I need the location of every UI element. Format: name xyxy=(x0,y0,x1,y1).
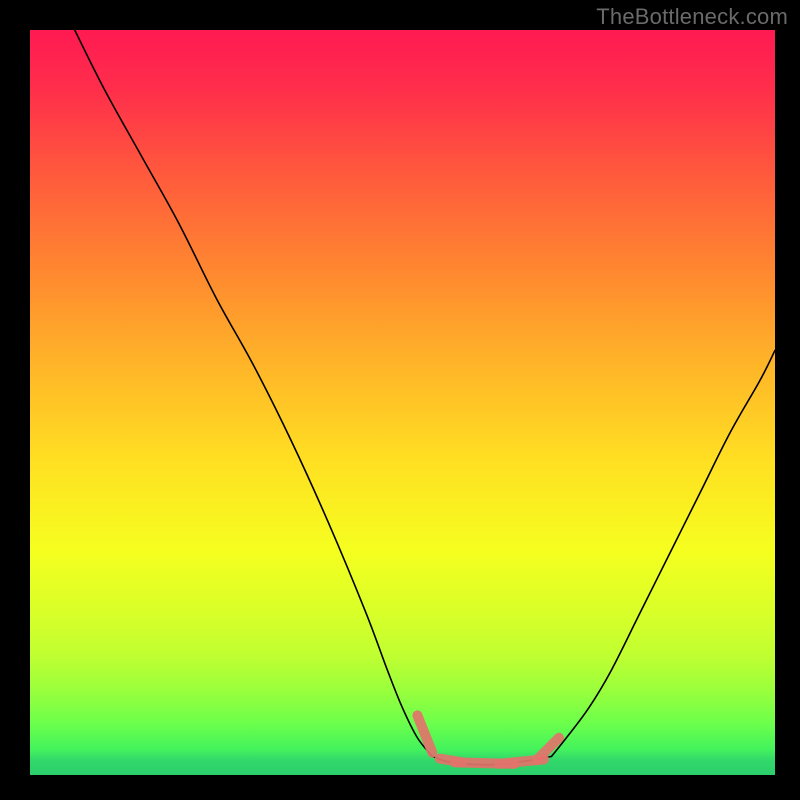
chart-frame: TheBottleneck.com xyxy=(0,0,800,800)
volcano-segment-0 xyxy=(417,715,432,752)
watermark-text: TheBottleneck.com xyxy=(596,4,788,30)
plot-area xyxy=(30,30,775,775)
series-left-curve xyxy=(75,30,433,756)
series-right-curve xyxy=(552,350,776,756)
curve-layer xyxy=(30,30,775,775)
